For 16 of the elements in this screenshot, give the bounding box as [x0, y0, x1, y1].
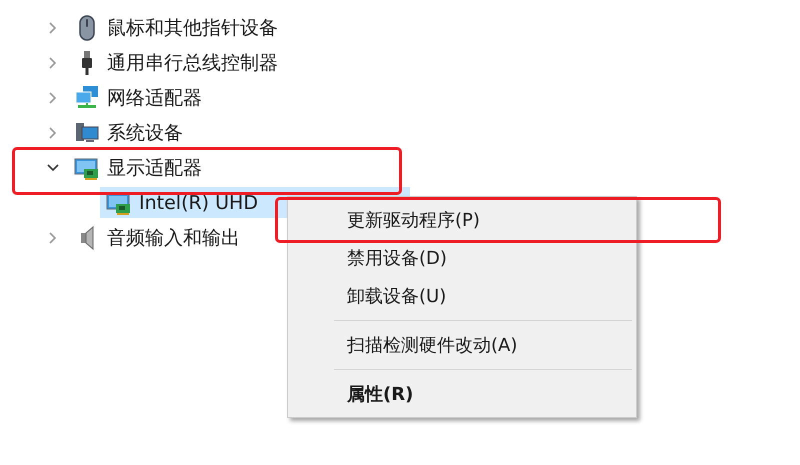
collapsed-chevron-icon[interactable] — [48, 230, 58, 244]
collapsed-chevron-icon[interactable] — [48, 20, 58, 34]
tree-item[interactable]: 通用串行总线控制器 — [107, 50, 278, 76]
collapsed-chevron-icon[interactable] — [48, 126, 58, 140]
tree-item[interactable]: 系统设备 — [107, 120, 183, 146]
collapsed-chevron-icon[interactable] — [48, 90, 58, 104]
menu-item[interactable]: 禁用设备(D) — [347, 246, 447, 270]
tree-item[interactable]: 音频输入和输出 — [107, 224, 240, 250]
tree-item[interactable]: 显示适配器 — [107, 154, 202, 180]
menu-item[interactable]: 扫描检测硬件改动(A) — [347, 333, 518, 357]
collapsed-chevron-icon[interactable] — [48, 56, 58, 70]
menu-item[interactable]: 卸载设备(U) — [347, 284, 446, 308]
tree-item[interactable]: 鼠标和其他指针设备 — [107, 14, 278, 40]
expanded-chevron-icon[interactable] — [46, 162, 60, 172]
menu-item[interactable]: 属性(R) — [347, 382, 414, 406]
tree-item[interactable]: 网络适配器 — [107, 84, 202, 110]
